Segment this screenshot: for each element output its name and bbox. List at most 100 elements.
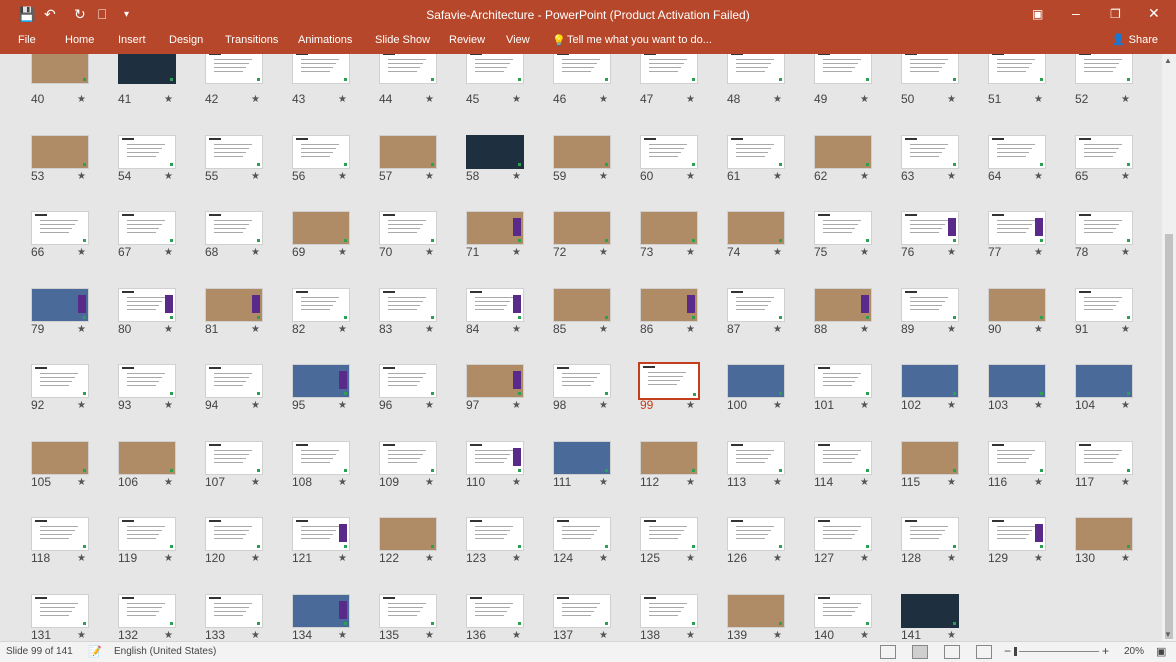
language-label[interactable]: English (United States) [114, 646, 216, 657]
zoom-in-button[interactable]: + [1102, 644, 1109, 658]
ribbon-display-icon[interactable]: ▣ [1032, 7, 1043, 21]
slide-thumbnail-107[interactable] [205, 441, 263, 475]
slide-transition-star-icon[interactable]: ★ [860, 247, 869, 258]
slide-transition-star-icon[interactable]: ★ [251, 171, 260, 182]
slide-thumbnail-78[interactable] [1075, 211, 1133, 245]
slide-thumbnail-50[interactable] [901, 54, 959, 84]
slide-transition-star-icon[interactable]: ★ [1034, 94, 1043, 105]
slide-thumbnail-121[interactable] [292, 517, 350, 551]
slide-transition-star-icon[interactable]: ★ [686, 400, 695, 411]
slide-thumbnail-57[interactable] [379, 135, 437, 169]
minimize-icon[interactable]: – [1072, 5, 1080, 21]
slide-transition-star-icon[interactable]: ★ [1121, 94, 1130, 105]
slideshow-view-icon[interactable] [976, 645, 992, 659]
slide-thumbnail-135[interactable] [379, 594, 437, 628]
slide-transition-star-icon[interactable]: ★ [947, 630, 956, 641]
share-button[interactable]: 👤 Share [1112, 33, 1158, 46]
slide-thumbnail-47[interactable] [640, 54, 698, 84]
slide-thumbnail-68[interactable] [205, 211, 263, 245]
restore-icon[interactable]: ❐ [1110, 7, 1121, 21]
slide-transition-star-icon[interactable]: ★ [338, 400, 347, 411]
slide-thumbnail-116[interactable] [988, 441, 1046, 475]
slide-transition-star-icon[interactable]: ★ [425, 553, 434, 564]
slide-thumbnail-97[interactable] [466, 364, 524, 398]
slide-transition-star-icon[interactable]: ★ [686, 477, 695, 488]
slide-thumbnail-87[interactable] [727, 288, 785, 322]
slide-transition-star-icon[interactable]: ★ [512, 477, 521, 488]
slide-transition-star-icon[interactable]: ★ [338, 324, 347, 335]
slide-thumbnail-109[interactable] [379, 441, 437, 475]
slide-thumbnail-130[interactable] [1075, 517, 1133, 551]
slide-transition-star-icon[interactable]: ★ [512, 94, 521, 105]
slide-thumbnail-120[interactable] [205, 517, 263, 551]
slide-transition-star-icon[interactable]: ★ [947, 324, 956, 335]
slide-thumbnail-83[interactable] [379, 288, 437, 322]
zoom-slider-knob[interactable] [1014, 647, 1017, 656]
slide-thumbnail-66[interactable] [31, 211, 89, 245]
slide-thumbnail-112[interactable] [640, 441, 698, 475]
slide-thumbnail-42[interactable] [205, 54, 263, 84]
slide-thumbnail-119[interactable] [118, 517, 176, 551]
slide-thumbnail-58[interactable] [466, 135, 524, 169]
slide-thumbnail-79[interactable] [31, 288, 89, 322]
slide-transition-star-icon[interactable]: ★ [425, 171, 434, 182]
slide-thumbnail-115[interactable] [901, 441, 959, 475]
slide-transition-star-icon[interactable]: ★ [425, 324, 434, 335]
slide-transition-star-icon[interactable]: ★ [1121, 324, 1130, 335]
slide-transition-star-icon[interactable]: ★ [947, 477, 956, 488]
slide-transition-star-icon[interactable]: ★ [773, 94, 782, 105]
slide-thumbnail-118[interactable] [31, 517, 89, 551]
slide-transition-star-icon[interactable]: ★ [686, 324, 695, 335]
slide-transition-star-icon[interactable]: ★ [947, 171, 956, 182]
slide-thumbnail-91[interactable] [1075, 288, 1133, 322]
slide-thumbnail-73[interactable] [640, 211, 698, 245]
slide-thumbnail-43[interactable] [292, 54, 350, 84]
slide-thumbnail-49[interactable] [814, 54, 872, 84]
tab-transitions[interactable]: Transitions [225, 34, 278, 46]
slide-transition-star-icon[interactable]: ★ [77, 247, 86, 258]
slide-transition-star-icon[interactable]: ★ [77, 553, 86, 564]
slide-transition-star-icon[interactable]: ★ [686, 553, 695, 564]
slide-thumbnail-139[interactable] [727, 594, 785, 628]
slide-transition-star-icon[interactable]: ★ [425, 477, 434, 488]
slide-transition-star-icon[interactable]: ★ [686, 171, 695, 182]
slide-thumbnail-85[interactable] [553, 288, 611, 322]
slide-transition-star-icon[interactable]: ★ [251, 94, 260, 105]
slide-thumbnail-141[interactable] [901, 594, 959, 628]
slide-thumbnail-99[interactable] [638, 362, 700, 400]
slide-transition-star-icon[interactable]: ★ [1034, 477, 1043, 488]
slide-thumbnail-96[interactable] [379, 364, 437, 398]
slide-transition-star-icon[interactable]: ★ [860, 324, 869, 335]
slide-transition-star-icon[interactable]: ★ [599, 324, 608, 335]
slide-thumbnail-93[interactable] [118, 364, 176, 398]
slide-transition-star-icon[interactable]: ★ [512, 247, 521, 258]
tab-view[interactable]: View [506, 34, 530, 46]
slide-transition-star-icon[interactable]: ★ [77, 400, 86, 411]
slide-thumbnail-110[interactable] [466, 441, 524, 475]
slide-thumbnail-62[interactable] [814, 135, 872, 169]
slide-transition-star-icon[interactable]: ★ [77, 94, 86, 105]
slide-transition-star-icon[interactable]: ★ [947, 94, 956, 105]
slide-thumbnail-75[interactable] [814, 211, 872, 245]
slide-thumbnail-138[interactable] [640, 594, 698, 628]
slide-thumbnail-126[interactable] [727, 517, 785, 551]
slide-transition-star-icon[interactable]: ★ [164, 477, 173, 488]
slide-thumbnail-92[interactable] [31, 364, 89, 398]
slide-thumbnail-100[interactable] [727, 364, 785, 398]
slide-transition-star-icon[interactable]: ★ [251, 324, 260, 335]
slide-transition-star-icon[interactable]: ★ [251, 553, 260, 564]
slide-thumbnail-59[interactable] [553, 135, 611, 169]
slide-thumbnail-125[interactable] [640, 517, 698, 551]
scrollbar-thumb[interactable] [1165, 234, 1173, 639]
slide-transition-star-icon[interactable]: ★ [773, 400, 782, 411]
slide-transition-star-icon[interactable]: ★ [773, 247, 782, 258]
slide-transition-star-icon[interactable]: ★ [251, 400, 260, 411]
slide-transition-star-icon[interactable]: ★ [860, 477, 869, 488]
slide-thumbnail-86[interactable] [640, 288, 698, 322]
slide-transition-star-icon[interactable]: ★ [512, 553, 521, 564]
slide-sorter-view-icon[interactable] [912, 645, 928, 659]
slide-thumbnail-71[interactable] [466, 211, 524, 245]
slide-thumbnail-123[interactable] [466, 517, 524, 551]
slide-thumbnail-45[interactable] [466, 54, 524, 84]
slide-thumbnail-90[interactable] [988, 288, 1046, 322]
